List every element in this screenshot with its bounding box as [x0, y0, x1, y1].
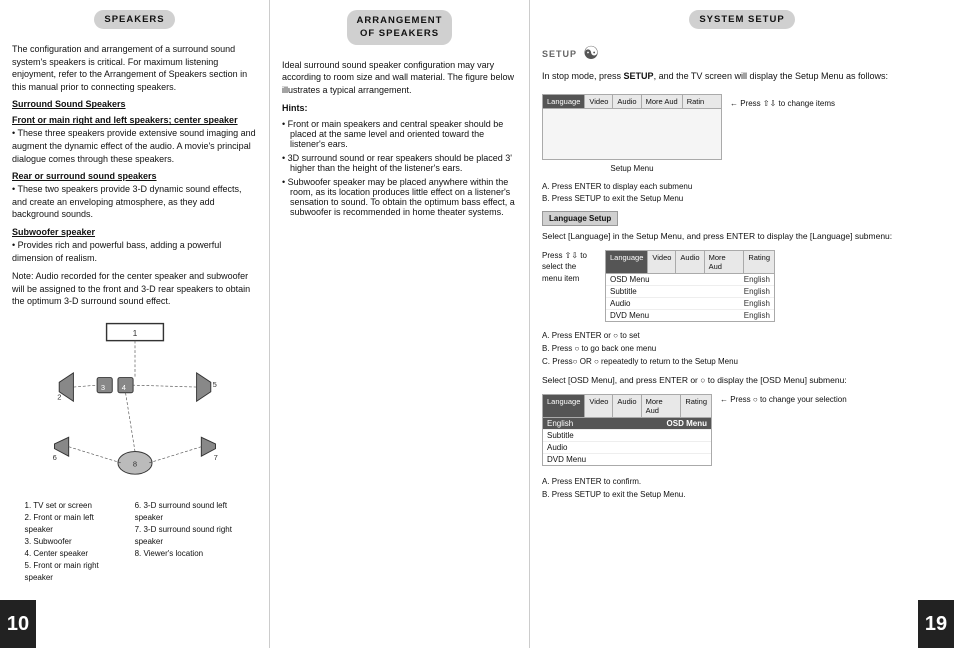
- lang-note-c: C. Press○ OR ○ repeatedly to return to t…: [542, 356, 942, 369]
- press-change-items: ← Press ⇧⇩ to change items: [730, 90, 835, 111]
- speaker-svg: 1 2 3 4 5 6 7: [35, 316, 235, 496]
- rear-title: Rear or surround sound speakers: [12, 171, 257, 181]
- middle-panel: ARRANGEMENT OF SPEAKERS Ideal surround s…: [270, 0, 530, 648]
- speakers-header: SPEAKERS: [94, 10, 174, 29]
- setup-menu-wrap: Language Video Audio More Aud Ratin Setu…: [542, 90, 942, 173]
- caption-4: 4. Center speaker: [25, 548, 115, 560]
- page-number-left: 10: [0, 600, 36, 648]
- lang-submenu-wrap: Press ⇧⇩ to select the menu item Languag…: [542, 246, 942, 326]
- left-panel: SPEAKERS The configuration and arrangeme…: [0, 0, 270, 648]
- system-setup-header: SYSTEM SETUP: [689, 10, 794, 29]
- lang-select-text: Select [Language] in the Setup Menu, and…: [542, 230, 942, 243]
- sub-title: Subwoofer speaker: [12, 227, 257, 237]
- svg-text:7: 7: [213, 453, 217, 462]
- lang-row-dvd: DVD Menu English: [606, 310, 774, 321]
- setup-menu-label: Setup Menu: [542, 164, 722, 173]
- caption-6: 6. 3-D surround sound left speaker: [135, 500, 245, 524]
- svg-text:1: 1: [132, 328, 137, 338]
- hint-2: • 3D surround sound or rear speakers sho…: [282, 153, 517, 173]
- lang-row-osd: OSD Menu English: [606, 274, 774, 286]
- hint-3: • Subwoofer speaker may be placed anywhe…: [282, 177, 517, 217]
- lang-menu-box: Language Video Audio More Aud Rating OSD…: [605, 250, 775, 322]
- speaker-diagram: 1 2 3 4 5 6 7: [25, 316, 245, 584]
- hints-title: Hints:: [282, 102, 517, 115]
- rear-text: • These two speakers provide 3-D dynamic…: [12, 183, 257, 221]
- setup-menu-box: Language Video Audio More Aud Ratin: [542, 94, 722, 160]
- caption-col2: 6. 3-D surround sound left speaker 7. 3-…: [135, 500, 245, 584]
- lang-tab-video: Video: [648, 251, 676, 273]
- press-setup-b: B. Press SETUP to exit the Setup Menu: [542, 193, 942, 205]
- menu-tab-language: Language: [543, 95, 585, 108]
- setup-annotation: A. Press ENTER to display each submenu B…: [542, 181, 942, 205]
- svg-text:6: 6: [52, 453, 56, 462]
- osd-tab-rating: Rating: [681, 395, 711, 417]
- confirm-a: A. Press ENTER to confirm.: [542, 476, 942, 489]
- menu-tab-video: Video: [585, 95, 613, 108]
- osd-tab-language: Language: [543, 395, 585, 417]
- lang-tab-rating: Rating: [744, 251, 774, 273]
- lang-row-subtitle: Subtitle English: [606, 286, 774, 298]
- confirm-notes: A. Press ENTER to confirm. B. Press SETU…: [542, 476, 942, 502]
- lang-tab-moread: More Aud: [705, 251, 745, 273]
- lang-note-a: A. Press ENTER or ○ to set: [542, 330, 942, 343]
- confirm-b: B. Press SETUP to exit the Setup Menu.: [542, 489, 942, 502]
- menu-tab-rating: Ratin: [683, 95, 709, 108]
- caption-5: 5. Front or main right speaker: [25, 560, 115, 584]
- osd-tab-moread: More Aud: [642, 395, 682, 417]
- speakers-intro: The configuration and arrangement of a s…: [12, 43, 257, 93]
- svg-text:5: 5: [212, 380, 216, 389]
- osd-tab-audio: Audio: [613, 395, 641, 417]
- speakers-note: Note: Audio recorded for the center spea…: [12, 270, 257, 308]
- osd-select-text: Select [OSD Menu], and press ENTER or ○ …: [542, 374, 942, 387]
- osd-row-subtitle: Subtitle: [543, 430, 711, 442]
- stop-mode-text: In stop mode, press SETUP, and the TV sc…: [542, 70, 942, 84]
- osd-menu-box: Language Video Audio More Aud Rating Eng…: [542, 394, 712, 466]
- surround-title: Surround Sound Speakers: [12, 99, 257, 109]
- osd-submenu-wrap: Language Video Audio More Aud Rating Eng…: [542, 390, 942, 470]
- caption-2: 2. Front or main left speaker: [25, 512, 115, 536]
- press-enter-a: A. Press ENTER to display each submenu: [542, 181, 942, 193]
- menu-tab-audio: Audio: [613, 95, 641, 108]
- front-text: • These three speakers provide extensive…: [12, 127, 257, 165]
- sub-text: • Provides rich and powerful bass, addin…: [12, 239, 257, 264]
- svg-text:8: 8: [132, 460, 136, 469]
- svg-text:3: 3: [100, 383, 104, 392]
- language-setup-badge: Language Setup: [542, 211, 618, 226]
- page-number-right: 19: [918, 600, 954, 648]
- lang-tab-audio: Audio: [676, 251, 704, 273]
- osd-row-audio: Audio: [543, 442, 711, 454]
- arrangement-header: ARRANGEMENT OF SPEAKERS: [347, 10, 453, 45]
- right-panel: SYSTEM SETUP SETUP ☯ In stop mode, press…: [530, 0, 954, 648]
- lang-row-audio: Audio English: [606, 298, 774, 310]
- caption-list: 1. TV set or screen 2. Front or main lef…: [25, 500, 245, 584]
- caption-1: 1. TV set or screen: [25, 500, 115, 512]
- lang-notes: A. Press ENTER or ○ to set B. Press ○ to…: [542, 330, 942, 368]
- osd-row-english: English OSD Menu: [543, 418, 711, 430]
- front-title: Front or main right and left speakers; c…: [12, 115, 257, 125]
- setup-label: SETUP: [542, 49, 577, 59]
- arrangement-intro: Ideal surround sound speaker configurati…: [282, 59, 517, 97]
- caption-8: 8. Viewer's location: [135, 548, 245, 560]
- setup-icon: ☯: [583, 43, 599, 64]
- lang-select-label: Press ⇧⇩ to select the menu item: [542, 246, 597, 284]
- hint-1: • Front or main speakers and central spe…: [282, 119, 517, 149]
- osd-row-dvd: DVD Menu: [543, 454, 711, 465]
- caption-col1: 1. TV set or screen 2. Front or main lef…: [25, 500, 115, 584]
- osd-press-note: ← Press ○ to change your selection: [720, 390, 847, 407]
- svg-text:4: 4: [121, 383, 125, 392]
- caption-7: 7. 3-D surround sound right speaker: [135, 524, 245, 548]
- osd-tab-video: Video: [585, 395, 613, 417]
- caption-3: 3. Subwoofer: [25, 536, 115, 548]
- lang-note-b: B. Press ○ to go back one menu: [542, 343, 942, 356]
- lang-tab-language: Language: [606, 251, 648, 273]
- svg-text:2: 2: [57, 392, 61, 401]
- menu-tab-moread: More Aud: [642, 95, 683, 108]
